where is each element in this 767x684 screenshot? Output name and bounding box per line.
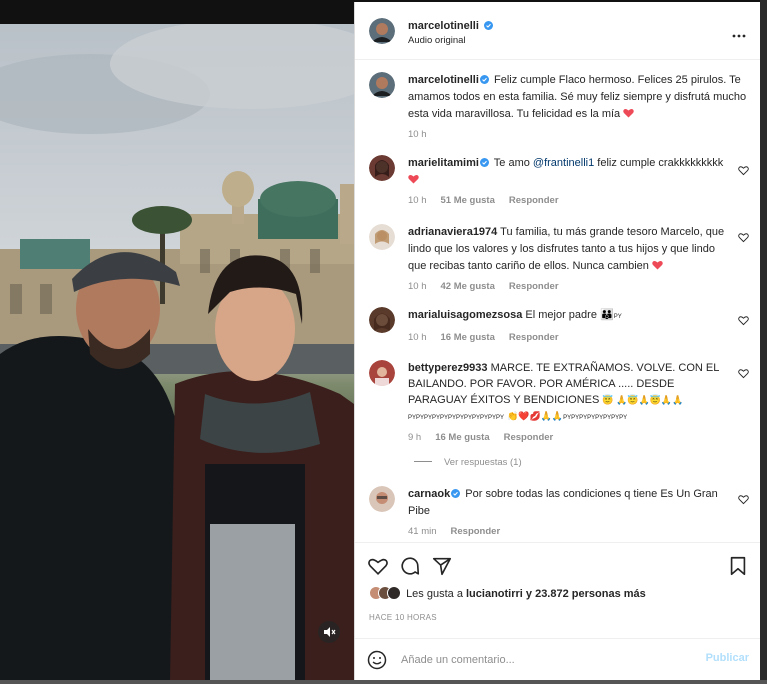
- verified-icon: [479, 75, 489, 84]
- comment-likes[interactable]: 16 Me gusta: [441, 332, 495, 343]
- comment-text: El mejor padre: [525, 309, 597, 321]
- comment-likes[interactable]: 16 Me gusta: [435, 432, 489, 443]
- reply-button[interactable]: Responder: [509, 281, 559, 292]
- comment-suffix: PYPYPYPYPYPYPYPY: [563, 415, 628, 421]
- commenter-avatar[interactable]: [369, 360, 395, 386]
- emoji-row-icon: 👏❤️💋🙏🙏: [507, 411, 564, 421]
- heart-emoji-icon: [652, 260, 663, 270]
- commenter-avatar[interactable]: [369, 486, 395, 512]
- comment-time: 10 h: [408, 332, 427, 343]
- post-header: marcelotinelli Audio original: [355, 2, 761, 60]
- mention-link[interactable]: @frantinelli1: [533, 157, 594, 169]
- post-comment-button[interactable]: Publicar: [706, 652, 749, 664]
- verified-icon: [484, 21, 494, 30]
- comment-likes[interactable]: 42 Me gusta: [441, 281, 495, 292]
- background-strip: [0, 680, 767, 684]
- mute-icon[interactable]: [320, 623, 338, 641]
- comment-text: feliz cumple crakkkkkkkkk: [594, 157, 724, 169]
- like-comment-icon[interactable]: [738, 315, 749, 326]
- comment-suffix: PYPYPYPYPYPYPYPY: [408, 415, 473, 421]
- post-photo: [0, 24, 354, 680]
- like-comment-icon[interactable]: [738, 368, 749, 379]
- bookmark-icon[interactable]: [727, 555, 749, 577]
- add-comment-bar: Publicar: [355, 638, 761, 680]
- reply-button[interactable]: Responder: [509, 332, 559, 343]
- likes-prefix: Les gusta a: [406, 588, 466, 600]
- emoji-row-icon: 😇 🙏😇🙏😇🙏🙏: [602, 395, 684, 405]
- verified-icon: [451, 489, 461, 498]
- commenter-username[interactable]: marielitamimi: [408, 157, 479, 169]
- comment-suffix: PYPYPYPY: [472, 415, 505, 421]
- background-strip: [760, 0, 767, 684]
- audio-label[interactable]: Audio original: [408, 35, 466, 46]
- view-replies-button[interactable]: Ver respuestas (1): [414, 457, 733, 468]
- commenter-username[interactable]: carnaok: [408, 488, 450, 500]
- liker-avatars: [369, 586, 403, 600]
- like-comment-icon[interactable]: [738, 232, 749, 243]
- comment-suffix: PY: [613, 314, 622, 320]
- caption-time: 10 h: [408, 129, 427, 140]
- comment-time: 10 h: [408, 281, 427, 292]
- reply-button[interactable]: Responder: [509, 195, 559, 206]
- post-panel: marcelotinelli Audio original marcelotin…: [354, 2, 761, 680]
- comment-icon[interactable]: [399, 555, 421, 577]
- like-comment-icon[interactable]: [738, 494, 749, 505]
- comment-time: 41 min: [408, 526, 437, 537]
- post-timestamp: HACE 10 HORAS: [369, 613, 437, 622]
- action-bar: [355, 542, 761, 582]
- commenter-username[interactable]: adrianaviera1974: [408, 226, 497, 238]
- reply-button[interactable]: Responder: [451, 526, 501, 537]
- more-options-icon[interactable]: [731, 26, 747, 38]
- comment-input[interactable]: [401, 650, 681, 670]
- share-icon[interactable]: [431, 555, 453, 577]
- comment-time: 10 h: [408, 195, 427, 206]
- comment-text: Te amo: [493, 157, 533, 169]
- caption-text: marcelotinelli Feliz cumple Flaco hermos…: [408, 74, 747, 120]
- author-avatar[interactable]: [369, 18, 395, 44]
- reply-button[interactable]: Responder: [504, 432, 554, 443]
- heart-emoji-icon: [408, 174, 419, 184]
- view-replies-divider: [414, 461, 432, 462]
- commenter-avatar[interactable]: [369, 155, 395, 181]
- like-comment-icon[interactable]: [738, 165, 749, 176]
- commenter-avatar[interactable]: [369, 224, 395, 250]
- author-avatar[interactable]: [369, 72, 395, 98]
- screen: marcelotinelli Audio original marcelotin…: [0, 0, 767, 684]
- likes-summary[interactable]: Les gusta a lucianotirri y 23.872 person…: [369, 586, 646, 606]
- post-image[interactable]: [0, 24, 354, 680]
- family-emoji-icon: 👪: [600, 309, 614, 321]
- comment-likes[interactable]: 51 Me gusta: [441, 195, 495, 206]
- heart-emoji-icon: [623, 108, 634, 118]
- liker-username[interactable]: lucianotirri: [466, 588, 523, 600]
- heart-icon[interactable]: [367, 555, 389, 577]
- comment-time: 9 h: [408, 432, 422, 443]
- verified-icon: [479, 158, 489, 167]
- author-username[interactable]: marcelotinelli: [408, 20, 479, 32]
- commenter-username[interactable]: marialuisagomezsosa: [408, 309, 522, 321]
- emoji-icon[interactable]: [367, 650, 387, 670]
- commenter-avatar[interactable]: [369, 307, 395, 333]
- commenter-username[interactable]: bettyperez9933: [408, 362, 488, 374]
- likes-count[interactable]: y 23.872 personas más: [523, 588, 646, 600]
